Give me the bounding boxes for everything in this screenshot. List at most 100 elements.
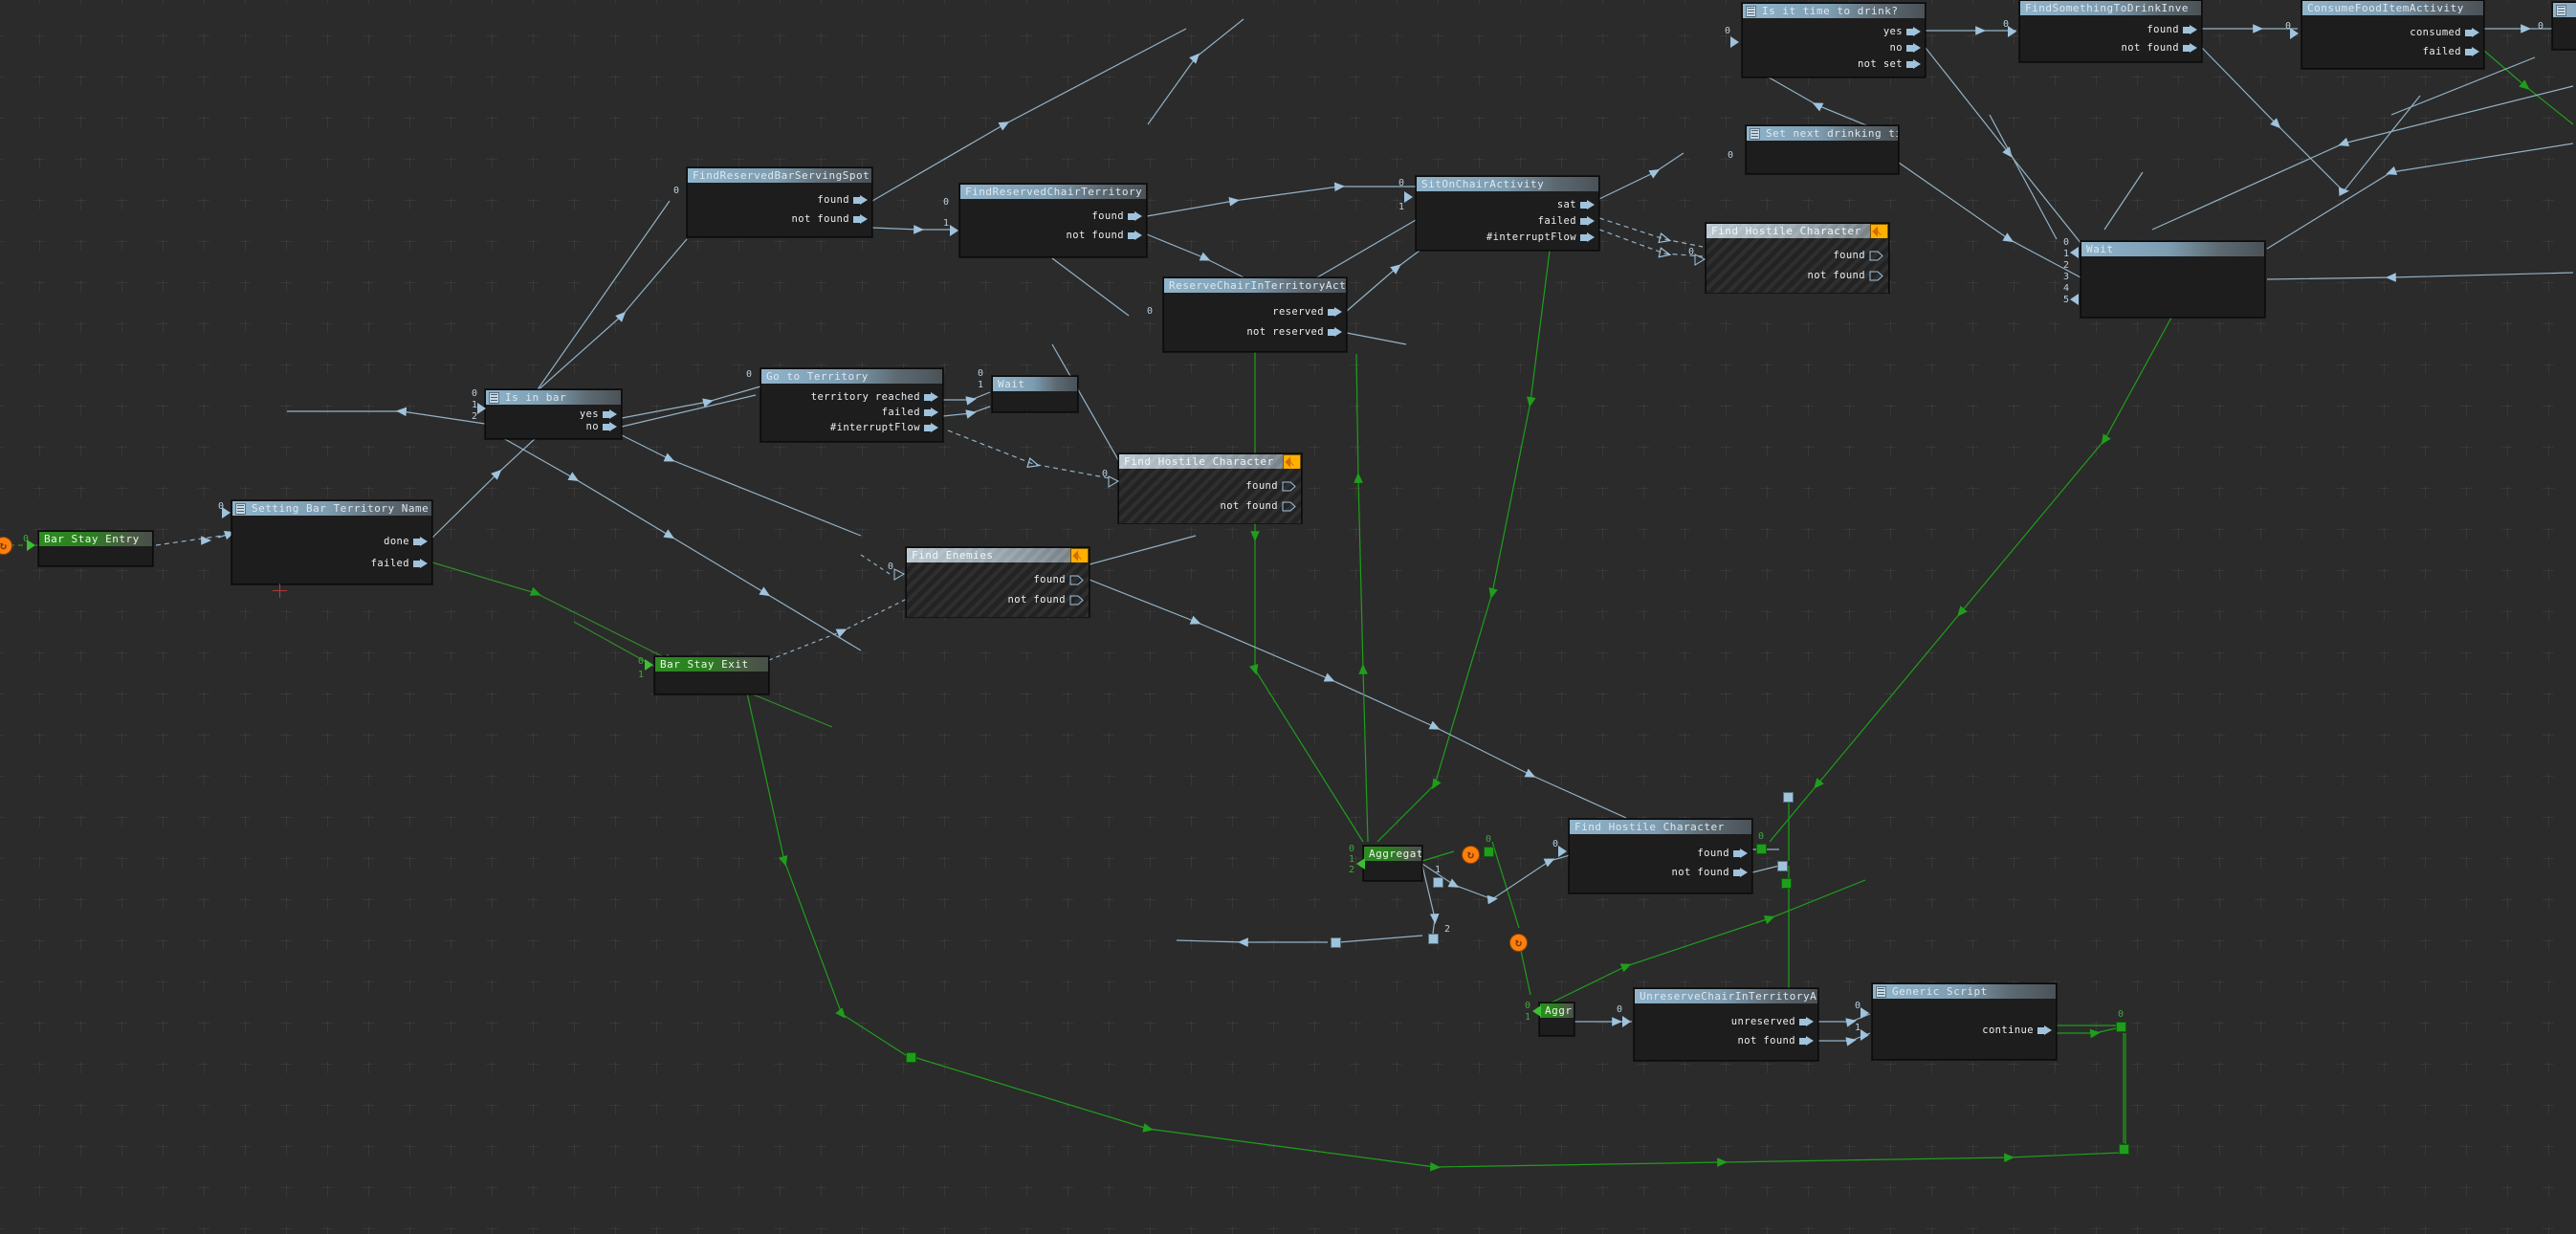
input-arrow-icon[interactable] (1694, 253, 1707, 267)
input-arrow-icon[interactable] (477, 403, 486, 414)
input-arrow-icon[interactable] (27, 540, 35, 551)
reroute-node-blue[interactable] (1783, 792, 1794, 803)
output-failed[interactable]: failed (1538, 215, 1595, 227)
input-arrow-icon[interactable] (645, 659, 653, 671)
node-set-next-drinking-time[interactable]: Set next drinking time s (1746, 125, 1899, 174)
node-title: Bar Stay Exit (655, 657, 768, 672)
node-unreserve-chair-in-territory[interactable]: UnreserveChairInTerritoryA unreserved no… (1634, 988, 1818, 1061)
output-unreserved[interactable]: unreserved (1731, 1016, 1814, 1027)
output-not-found[interactable]: not found (1672, 867, 1748, 878)
input-arrow-icon[interactable] (1404, 191, 1413, 203)
reroute-node-orange[interactable]: ↻ (1462, 846, 1480, 864)
input-arrow-icon[interactable] (2008, 26, 2016, 37)
output-not-set[interactable]: not set (1858, 58, 1921, 70)
input-arrow-icon[interactable] (222, 507, 231, 518)
output-failed[interactable]: failed (371, 558, 428, 569)
output-no[interactable]: no (586, 421, 617, 432)
node-is-it-time-to-drink[interactable]: Is it time to drink? yes no not set (1742, 3, 1926, 77)
input-arrow-icon[interactable] (950, 225, 958, 236)
output-found[interactable]: found (1697, 848, 1748, 859)
output-yes[interactable]: yes (580, 408, 617, 420)
output-not-found[interactable]: not found (792, 213, 868, 225)
node-find-reserved-bar-serving-spot[interactable]: FindReservedBarServingSpot found not fou… (687, 167, 872, 237)
output-failed[interactable]: failed (882, 407, 938, 418)
node-sit-on-chair-activity[interactable]: SitOnChairActivity sat failed #interrupt… (1416, 176, 1599, 251)
node-offscreen-right-partial[interactable] (2552, 2, 2576, 50)
node-bar-stay-exit[interactable]: Bar Stay Exit (654, 656, 769, 694)
output-no[interactable]: no (1890, 42, 1921, 54)
input-arrow-icon[interactable] (1108, 475, 1121, 489)
output-found[interactable]: found (817, 194, 868, 206)
input-arrow-icon[interactable] (893, 568, 907, 582)
node-wait-territory[interactable]: Wait (992, 376, 1078, 412)
output-territory-reached[interactable]: territory reached (811, 391, 938, 403)
input-arrow-icon[interactable] (1622, 1016, 1631, 1027)
output-consumed[interactable]: consumed (2410, 27, 2479, 38)
node-is-in-bar[interactable]: Is in bar yes no (485, 389, 622, 439)
reroute-node-orange[interactable]: ↻ (0, 537, 12, 555)
reroute-node-green[interactable] (1781, 878, 1792, 889)
output-not-found[interactable]: not found (2122, 42, 2197, 54)
reroute-node-blue[interactable] (1428, 934, 1439, 944)
output-interrupt-flow[interactable]: #interruptFlow (830, 422, 938, 433)
output-found[interactable]: found (2147, 24, 2197, 35)
graph-canvas[interactable]: Bar Stay Entry 0 ↻ Setting Bar Territory… (0, 0, 2576, 1234)
output-yes[interactable]: yes (1883, 26, 1921, 37)
node-reserve-chair-in-territory[interactable]: ReserveChairInTerritoryAct reserved not … (1163, 277, 1347, 352)
node-bar-stay-entry[interactable]: Bar Stay Entry (38, 531, 153, 566)
output-not-found[interactable]: not found (1221, 500, 1298, 512)
output-not-found[interactable]: not found (1808, 270, 1885, 281)
node-aggregator-2[interactable]: Aggr (1539, 1003, 1574, 1036)
reroute-node-blue[interactable] (1331, 937, 1341, 948)
output-found[interactable]: found (1091, 210, 1142, 222)
output-pin-icon (2037, 1025, 2052, 1035)
reroute-node-green[interactable] (906, 1052, 916, 1063)
output-found[interactable]: found (1245, 480, 1297, 492)
output-not-found[interactable]: not found (1067, 230, 1142, 241)
output-failed[interactable]: failed (2423, 46, 2479, 57)
reroute-node-green[interactable] (2116, 1022, 2126, 1032)
node-generic-script[interactable]: Generic Script continue (1872, 983, 2057, 1060)
node-find-hostile-character-1[interactable]: Find Hostile Character ↖ found not found (1118, 453, 1302, 523)
reroute-node-green[interactable] (1756, 844, 1767, 854)
input-arrow-icon[interactable] (2070, 294, 2079, 305)
reroute-node-blue[interactable] (1433, 877, 1443, 888)
reroute-node-green[interactable] (2119, 1144, 2129, 1155)
input-arrow-icon[interactable] (2070, 247, 2079, 258)
node-setting-bar-territory-name[interactable]: Setting Bar Territory Name done failed (231, 500, 432, 584)
node-find-reserved-chair-territory[interactable]: FindReservedChairTerritory found not fou… (959, 184, 1147, 257)
input-arrow-icon[interactable] (1730, 36, 1739, 48)
output-found[interactable]: found (1833, 250, 1884, 261)
node-consume-food-item-activity[interactable]: ConsumeFoodItemActivity consumed failed (2301, 0, 2484, 69)
input-arrow-icon[interactable] (1860, 1029, 1869, 1041)
input-arrow-icon[interactable] (1558, 846, 1567, 857)
node-wait-main[interactable]: Wait (2081, 241, 2265, 318)
input-arrow-icon[interactable] (1532, 1005, 1541, 1017)
output-not-found[interactable]: not found (1008, 594, 1086, 606)
node-find-hostile-character-3[interactable]: Find Hostile Character found not found (1569, 819, 1752, 893)
reroute-node-green[interactable] (1484, 847, 1494, 857)
output-not-found[interactable]: not found (1738, 1035, 1814, 1047)
node-title: Find Hostile Character (1124, 455, 1274, 468)
input-arrow-icon[interactable] (1860, 1007, 1869, 1019)
output-pin-icon (2465, 46, 2479, 56)
output-reserved[interactable]: reserved (1272, 306, 1342, 318)
output-done[interactable]: done (384, 536, 428, 547)
output-continue[interactable]: continue (1982, 1025, 2052, 1036)
output-sat[interactable]: sat (1557, 199, 1595, 210)
output-found[interactable]: found (1033, 574, 1085, 585)
output-interrupt-flow[interactable]: #interruptFlow (1486, 231, 1595, 243)
pin-index: 2 (1349, 865, 1355, 875)
input-arrow-icon[interactable] (1356, 858, 1365, 870)
node-find-hostile-character-2[interactable]: Find Hostile Character ↖ found not found (1706, 223, 1889, 293)
node-aggregator-1[interactable]: Aggregat (1363, 846, 1422, 881)
node-find-enemies[interactable]: Find Enemies ↖ found not found (906, 547, 1090, 617)
node-go-to-territory[interactable]: Go to Territory territory reached failed… (760, 368, 943, 442)
node-find-something-to-drink[interactable]: FindSomethingToDrinkInve found not found (2019, 0, 2202, 62)
pin-index: 0 (1758, 831, 1765, 842)
node-title: Bar Stay Entry (39, 532, 152, 546)
input-arrow-icon[interactable] (2290, 28, 2299, 39)
reroute-node-orange[interactable]: ↻ (1509, 934, 1528, 952)
reroute-node-blue[interactable] (1777, 861, 1788, 871)
output-not-reserved[interactable]: not reserved (1246, 326, 1342, 338)
